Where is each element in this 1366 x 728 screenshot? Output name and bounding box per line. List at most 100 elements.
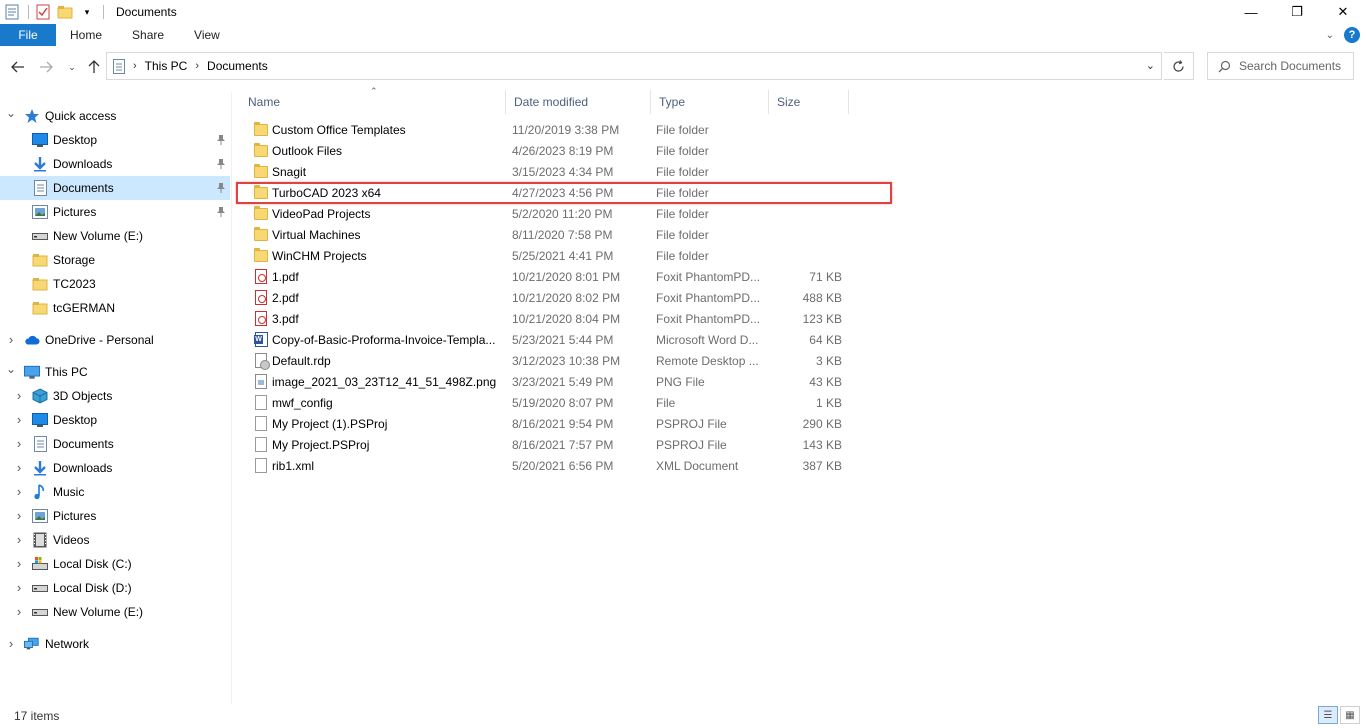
nav-item-label: New Volume (E:) — [53, 605, 144, 619]
details-view-icon[interactable]: ☰ — [1318, 706, 1338, 724]
nav-item[interactable]: Pictures — [0, 200, 230, 224]
file-date: 8/11/2020 7:58 PM — [512, 228, 613, 242]
expand-chevron-icon[interactable]: › — [6, 332, 16, 347]
documents-location-icon — [113, 58, 125, 74]
refresh-button[interactable] — [1164, 52, 1194, 80]
search-box[interactable]: Search Documents — [1207, 52, 1354, 80]
column-header-type-label: Type — [659, 95, 686, 109]
help-icon[interactable]: ? — [1344, 27, 1360, 43]
expand-chevron-icon[interactable]: › — [14, 484, 24, 499]
folder-icon — [254, 143, 270, 159]
file-row[interactable]: VideoPad Projects 5/2/2020 11:20 PM File f… — [250, 204, 856, 225]
address-bar[interactable]: › This PC › Documents ⌄ — [106, 52, 1162, 80]
tab-view[interactable]: View — [179, 24, 235, 46]
nav-item[interactable]: › New Volume (E:) — [0, 600, 230, 624]
back-button[interactable] — [8, 57, 28, 77]
nav-item[interactable]: Desktop — [0, 128, 230, 152]
restore-button[interactable]: ❐ — [1274, 0, 1320, 24]
nav-item[interactable]: Storage — [0, 248, 230, 272]
expand-chevron-icon[interactable]: › — [6, 636, 16, 651]
nav-item[interactable]: › Downloads — [0, 456, 230, 480]
nav-item[interactable]: ⌄ Quick access — [0, 104, 230, 128]
file-row[interactable]: Snagit 3/15/2023 4:34 PM File folder — [250, 162, 856, 183]
download-icon — [32, 156, 48, 172]
file-row[interactable]: rib1.xml 5/20/2021 6:56 PM XML Document 387… — [250, 456, 856, 477]
nav-item-label: This PC — [45, 365, 88, 379]
tab-file[interactable]: File — [0, 24, 56, 46]
file-row[interactable]: My Project (1).PSProj 8/16/2021 9:54 PM PS… — [250, 414, 856, 435]
doc-icon — [254, 458, 270, 474]
address-history-chevron-icon[interactable]: ⌄ — [1146, 59, 1155, 72]
file-row[interactable]: WinCHM Projects 5/25/2021 4:41 PM File fol… — [250, 246, 856, 267]
nav-item[interactable]: › Documents — [0, 432, 230, 456]
expand-chevron-icon[interactable]: › — [14, 604, 24, 619]
nav-item[interactable]: tcGERMAN — [0, 296, 230, 320]
folder-icon — [32, 252, 48, 268]
expand-chevron-icon[interactable]: › — [14, 580, 24, 595]
expand-chevron-icon[interactable]: › — [14, 532, 24, 547]
collapse-chevron-icon[interactable]: ⌄ — [6, 106, 16, 120]
tab-share[interactable]: Share — [117, 24, 179, 46]
file-row[interactable]: mwf_config 5/19/2020 8:07 PM File 1 KB — [250, 393, 856, 414]
file-row[interactable]: Custom Office Templates 11/20/2019 3:38 P… — [250, 120, 856, 141]
column-header-date[interactable]: Date modified — [506, 90, 651, 114]
breadcrumb-documents[interactable]: Documents — [207, 59, 268, 73]
file-row[interactable]: 1.pdf 10/21/2020 8:01 PM Foxit PhantomPD..… — [250, 267, 856, 288]
file-row[interactable]: Virtual Machines 8/11/2020 7:58 PM File fo… — [250, 225, 856, 246]
computer-icon — [24, 364, 40, 380]
up-button[interactable] — [84, 57, 104, 77]
nav-item[interactable]: ⌄ This PC — [0, 360, 230, 384]
nav-item[interactable]: › Local Disk (D:) — [0, 576, 230, 600]
system-drive-icon — [32, 556, 48, 572]
nav-item-label: Downloads — [53, 157, 113, 171]
nav-item[interactable]: Documents — [0, 176, 230, 200]
tab-home[interactable]: Home — [56, 24, 117, 46]
breadcrumb-this-pc[interactable]: This PC — [145, 59, 188, 73]
nav-item[interactable]: › Videos — [0, 528, 230, 552]
nav-item[interactable]: › Network — [0, 632, 230, 656]
nav-item[interactable]: Downloads — [0, 152, 230, 176]
expand-chevron-icon[interactable]: › — [14, 388, 24, 403]
column-header-type[interactable]: Type — [651, 90, 769, 114]
breadcrumb-separator-icon: › — [195, 60, 200, 72]
expand-ribbon-chevron-icon[interactable]: ⌄ — [1326, 30, 1334, 41]
expand-chevron-icon[interactable]: › — [14, 460, 24, 475]
file-type: File folder — [656, 123, 709, 137]
nav-item-label: Documents — [53, 437, 114, 451]
nav-item[interactable]: › 3D Objects — [0, 384, 230, 408]
customize-toolbar-chevron-icon[interactable]: ▾ — [79, 4, 95, 20]
nav-item[interactable]: › Local Disk (C:) — [0, 552, 230, 576]
nav-item[interactable]: TC2023 — [0, 272, 230, 296]
close-button[interactable]: ✕ — [1320, 0, 1366, 24]
file-row[interactable]: Outlook Files 4/26/2023 8:19 PM File folde… — [250, 141, 856, 162]
column-header-size[interactable]: Size — [769, 90, 849, 114]
expand-chevron-icon[interactable]: › — [14, 508, 24, 523]
nav-item[interactable]: › Music — [0, 480, 230, 504]
expand-chevron-icon[interactable]: › — [14, 436, 24, 451]
nav-item[interactable]: › Desktop — [0, 408, 230, 432]
properties-icon[interactable] — [4, 4, 20, 20]
nav-item[interactable]: › OneDrive - Personal — [0, 328, 230, 352]
nav-item[interactable]: New Volume (E:) — [0, 224, 230, 248]
minimize-button[interactable]: — — [1228, 0, 1274, 24]
search-input[interactable]: Search Documents — [1239, 59, 1341, 73]
forward-button[interactable] — [36, 57, 56, 77]
folder-icon — [254, 206, 270, 222]
new-folder-icon[interactable] — [57, 4, 73, 20]
file-row[interactable]: Default.rdp 3/12/2023 10:38 PM Remote Desk… — [250, 351, 856, 372]
file-row[interactable]: 2.pdf 10/21/2020 8:02 PM Foxit PhantomPD..… — [250, 288, 856, 309]
expand-chevron-icon[interactable]: › — [14, 412, 24, 427]
collapse-chevron-icon[interactable]: ⌄ — [6, 362, 16, 376]
file-row[interactable]: 3.pdf 10/21/2020 8:04 PM Foxit PhantomPD..… — [250, 309, 856, 330]
file-row[interactable]: image_2021_03_23T12_41_51_498Z.png 3/23/2… — [250, 372, 856, 393]
file-row[interactable]: Copy-of-Basic-Proforma-Invoice-Templa...… — [250, 330, 856, 351]
checklist-icon[interactable] — [35, 4, 51, 20]
file-row[interactable]: My Project.PSProj 8/16/2021 7:57 PM PSPROJ… — [250, 435, 856, 456]
recent-locations-chevron-icon[interactable]: ⌄ — [62, 57, 82, 77]
nav-item[interactable]: › Pictures — [0, 504, 230, 528]
image-icon — [254, 374, 270, 390]
expand-chevron-icon[interactable]: › — [14, 556, 24, 571]
network-icon — [24, 636, 40, 652]
large-icons-view-icon[interactable]: ▦ — [1340, 706, 1360, 724]
column-header-name[interactable]: Name ⌃ — [240, 86, 506, 114]
